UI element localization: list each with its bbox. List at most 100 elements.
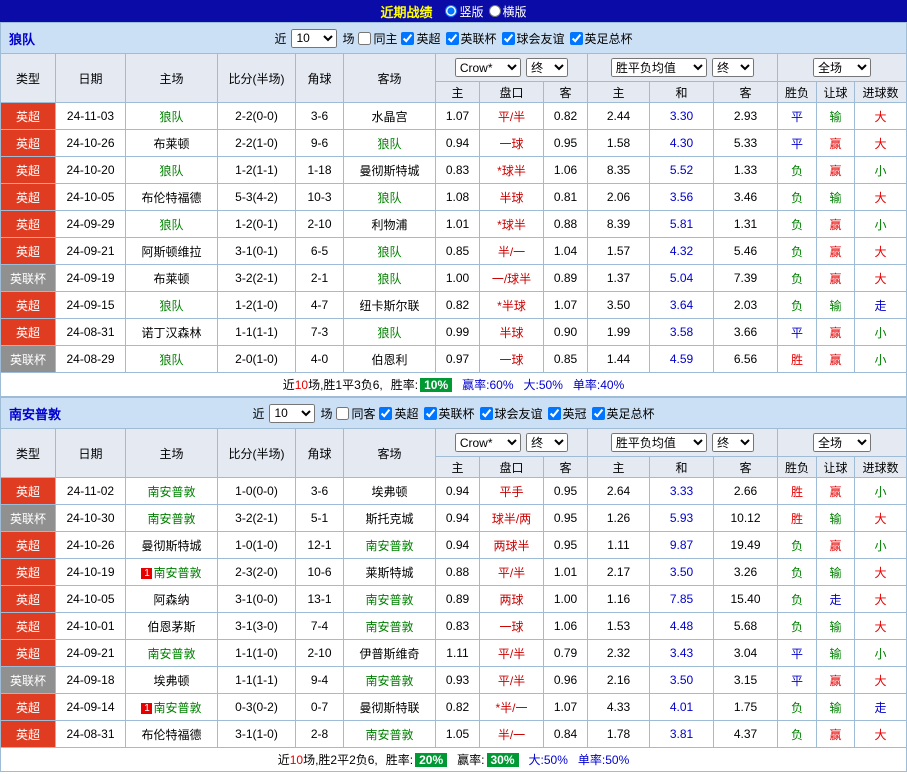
same-venue-filter[interactable]: 同客: [336, 405, 375, 422]
col-home: 主场: [126, 54, 218, 103]
match-row: 英超 24-09-21 阿斯顿维拉 3-1(0-1) 6-5 狼队 0.85 半…: [1, 238, 907, 265]
avg-time-select[interactable]: 终: [712, 58, 754, 77]
competition-checkbox[interactable]: [401, 32, 414, 45]
goals-result-cell: 大: [855, 265, 907, 292]
handicap-cell: 两球半: [480, 532, 544, 559]
team-name: 曼彻斯特城: [359, 164, 419, 178]
goals-result-cell: 小: [855, 640, 907, 667]
same-venue-filter[interactable]: 同主: [358, 30, 397, 47]
avg-home-cell: 8.35: [588, 157, 650, 184]
odds-away-cell: 1.07: [544, 292, 588, 319]
match-date: 24-10-19: [56, 559, 126, 586]
competition-filter[interactable]: 英联杯: [446, 30, 497, 47]
goals-result-cell: 大: [855, 103, 907, 130]
away-team-cell: 伊普斯维奇: [344, 640, 436, 667]
home-team-cell: 1南安普敦: [126, 559, 218, 586]
away-team-cell: 南安普敦: [344, 667, 436, 694]
team-name: 纽卡斯尔联: [359, 299, 419, 313]
result-wdl-cell: 负: [778, 238, 817, 265]
handicap-cell: 一球: [480, 346, 544, 373]
match-date: 24-11-02: [56, 478, 126, 505]
goals-result-cell: 大: [855, 613, 907, 640]
subcol-result: 胜负: [778, 82, 817, 103]
subcol-handicap: 盘口: [480, 82, 544, 103]
scope-select[interactable]: 全场: [813, 433, 871, 452]
league-badge: 英超: [1, 721, 56, 748]
scope-select[interactable]: 全场: [813, 58, 871, 77]
competition-filter[interactable]: 英超: [401, 30, 440, 47]
competition-checkbox[interactable]: [379, 407, 392, 420]
competition-checkbox[interactable]: [424, 407, 437, 420]
avg-time-select[interactable]: 终: [712, 433, 754, 452]
vertical-layout-radio[interactable]: [445, 5, 457, 17]
competition-checkbox[interactable]: [548, 407, 561, 420]
avg-away-cell: 3.04: [714, 640, 778, 667]
team-name: 狼队: [159, 164, 183, 178]
layout-option-horizontal[interactable]: 横版: [489, 3, 527, 20]
matches-tbody: 英超 24-11-02 南安普敦 1-0(0-0) 3-6 埃弗顿 0.94 平…: [1, 478, 907, 748]
away-team-cell: 水晶宫: [344, 103, 436, 130]
team-name: 诺丁汉森林: [141, 326, 201, 340]
competition-filter[interactable]: 英冠: [548, 405, 587, 422]
summary-stat: 胜率:20%: [386, 751, 447, 768]
competition-filter[interactable]: 英超: [379, 405, 418, 422]
subcol-handicap-result: 让球: [817, 82, 855, 103]
competition-filter[interactable]: 英足总杯: [592, 405, 655, 422]
team-header-row: 南安普敦 近 10 场 同客 英超英联杯球会友谊英冠英足总杯: [0, 397, 907, 428]
goals-result-cell: 走: [855, 694, 907, 721]
score-cell: 3-1(0-0): [218, 586, 296, 613]
avg-type-select[interactable]: 胜平负均值: [611, 58, 707, 77]
competition-filter[interactable]: 英足总杯: [570, 30, 633, 47]
goals-result-cell: 大: [855, 505, 907, 532]
competition-label: 英联杯: [461, 30, 497, 47]
score-cell: 3-2(2-1): [218, 505, 296, 532]
odds-source-select[interactable]: Crow*: [455, 433, 521, 452]
subcol-goals: 进球数: [855, 457, 907, 478]
competition-checkbox[interactable]: [446, 32, 459, 45]
competition-checkbox[interactable]: [502, 32, 515, 45]
goals-result-cell: 走: [855, 292, 907, 319]
avg-draw-cell: 5.04: [650, 265, 714, 292]
near-label: 近: [252, 405, 264, 422]
odds-source-select[interactable]: Crow*: [455, 58, 521, 77]
horizontal-layout-radio[interactable]: [489, 5, 501, 17]
odds-time-select[interactable]: 终: [526, 58, 568, 77]
competition-filter[interactable]: 球会友谊: [480, 405, 543, 422]
odds-time-select[interactable]: 终: [526, 433, 568, 452]
home-team-cell: 阿斯顿维拉: [126, 238, 218, 265]
same-venue-checkbox[interactable]: [358, 32, 371, 45]
competition-filter[interactable]: 球会友谊: [502, 30, 565, 47]
competition-checkbox[interactable]: [592, 407, 605, 420]
team-name: 狼队: [159, 353, 183, 367]
subcol-avg-home: 主: [588, 82, 650, 103]
summary-stat: 单率:40%: [573, 376, 624, 393]
match-count-select[interactable]: 10: [269, 404, 315, 423]
competition-checkbox[interactable]: [480, 407, 493, 420]
match-count-select[interactable]: 10: [291, 29, 337, 48]
handicap-cell: 平/半: [480, 559, 544, 586]
match-row: 英超 24-10-01 伯恩茅斯 3-1(3-0) 7-4 南安普敦 0.83 …: [1, 613, 907, 640]
subcol-result: 胜负: [778, 457, 817, 478]
goals-result-cell: 小: [855, 532, 907, 559]
avg-draw-cell: 9.87: [650, 532, 714, 559]
result-wdl-cell: 平: [778, 319, 817, 346]
avg-away-cell: 7.39: [714, 265, 778, 292]
competition-checkbox[interactable]: [570, 32, 583, 45]
away-team-cell: 利物浦: [344, 211, 436, 238]
avg-away-cell: 10.12: [714, 505, 778, 532]
away-team-cell: 斯托克城: [344, 505, 436, 532]
team-name: 狼队: [377, 272, 401, 286]
score-cell: 5-3(4-2): [218, 184, 296, 211]
same-venue-checkbox[interactable]: [336, 407, 349, 420]
avg-away-cell: 1.31: [714, 211, 778, 238]
avg-home-cell: 8.39: [588, 211, 650, 238]
handicap-cell: *球半: [480, 211, 544, 238]
handicap-result-cell: 赢: [817, 667, 855, 694]
competition-label: 英联杯: [439, 405, 475, 422]
match-date: 24-09-18: [56, 667, 126, 694]
corner-cell: 10-6: [296, 559, 344, 586]
competition-filter[interactable]: 英联杯: [424, 405, 475, 422]
avg-type-select[interactable]: 胜平负均值: [611, 433, 707, 452]
team-name: 南安普敦: [147, 512, 195, 526]
layout-option-vertical[interactable]: 竖版: [445, 3, 483, 20]
